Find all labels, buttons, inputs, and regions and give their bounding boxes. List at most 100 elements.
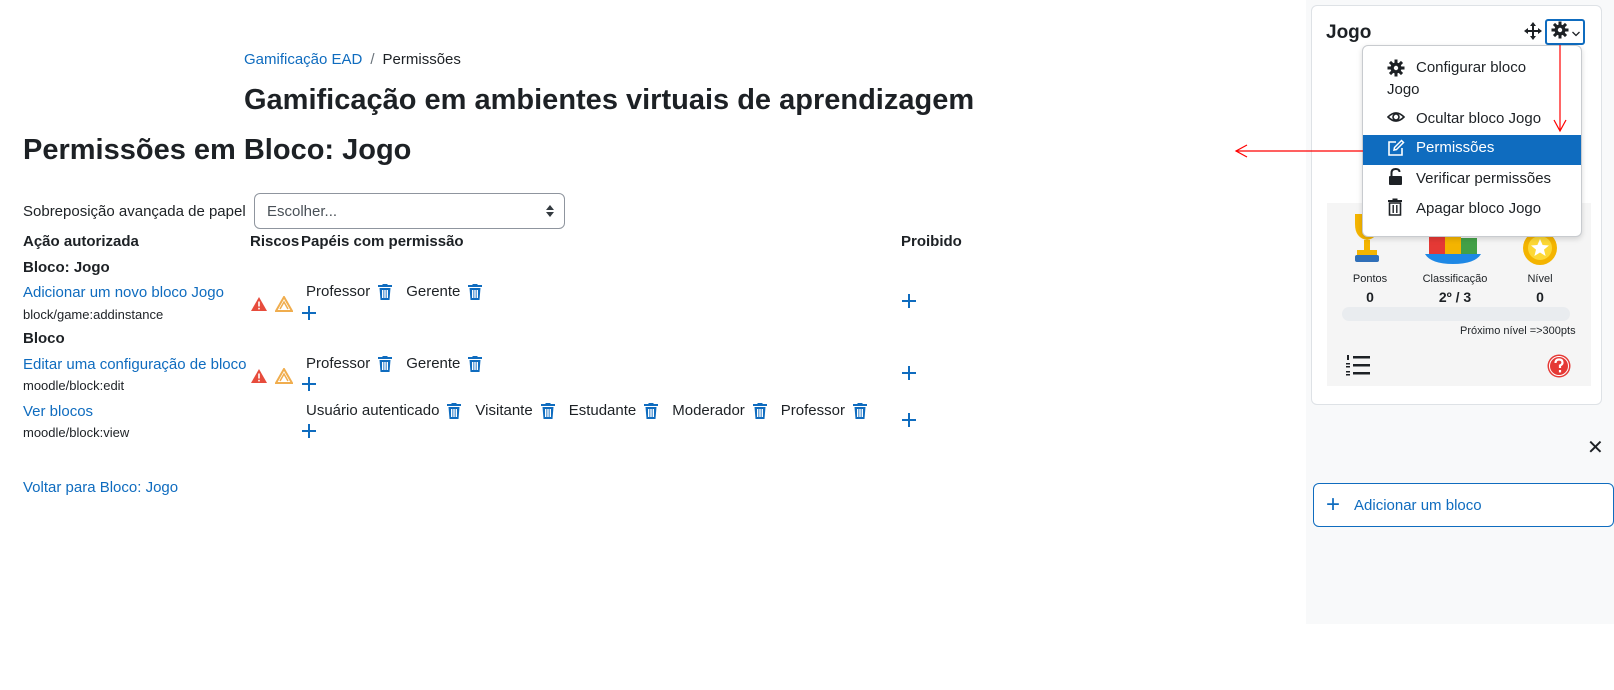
menu-item-label: Configurar bloco [1416, 59, 1527, 76]
role-tag: Usuário autenticado [306, 402, 462, 419]
level-label: Nível [1527, 273, 1553, 285]
trash-icon[interactable] [752, 402, 767, 419]
gear-icon [1387, 59, 1405, 77]
chevron-down-icon [1571, 24, 1580, 41]
gear-icon [1551, 21, 1569, 43]
course-title: Gamificação em ambientes virtuais de apr… [244, 84, 975, 116]
menu-item-label: Verificar permissões [1416, 170, 1552, 187]
menu-item-label-line2: Jogo [1387, 81, 1420, 98]
role-tag: Professor [306, 283, 393, 300]
add-role-plus-icon[interactable] [301, 305, 317, 321]
trash-icon[interactable] [540, 402, 555, 419]
capability-link[interactable]: Adicionar um novo bloco Jogo [23, 284, 224, 301]
roles-list: Professor Gerente [306, 355, 496, 372]
ranking-value: 2º / 3 [1438, 289, 1472, 305]
role-override-select[interactable]: Escolher... [254, 193, 565, 229]
override-label: Sobreposição avançada de papel [23, 203, 246, 220]
trash-icon[interactable] [447, 402, 462, 419]
group-title: Bloco [23, 330, 65, 347]
trash-icon [1387, 198, 1405, 216]
risks [250, 296, 300, 312]
role-name: Professor [780, 402, 845, 419]
menu-item-hide[interactable]: Ocultar bloco Jogo [1363, 108, 1581, 136]
close-drawer-icon[interactable]: ✕ [1587, 435, 1604, 460]
breadcrumb-separator: / [370, 51, 375, 68]
select-caret-icon [546, 203, 554, 219]
menu-item-check-permissions[interactable]: Verificar permissões [1363, 167, 1581, 196]
ranking-label: Classificação [1422, 273, 1488, 285]
breadcrumb-course-link[interactable]: Gamificação EAD [244, 51, 362, 68]
header-prohibited: Proibido [901, 233, 962, 250]
role-name: Usuário autenticado [306, 402, 440, 419]
block-actions-menu: Configurar bloco Jogo Ocultar bloco Jogo… [1362, 45, 1582, 237]
level-progress-bar [1342, 307, 1570, 321]
trash-icon[interactable] [378, 355, 393, 372]
trash-icon[interactable] [378, 283, 393, 300]
group-title: Bloco: Jogo [23, 259, 110, 276]
capability-link[interactable]: Ver blocos [23, 403, 93, 420]
add-role-plus-icon[interactable] [301, 376, 317, 392]
menu-item-label: Apagar bloco Jogo [1416, 200, 1542, 217]
help-icon[interactable] [1547, 354, 1571, 382]
header-risks: Riscos [250, 233, 300, 250]
back-link[interactable]: Voltar para Bloco: Jogo [23, 479, 178, 496]
menu-item-permissions[interactable]: Permissões [1363, 135, 1581, 165]
points-value: 0 [1366, 289, 1374, 305]
role-name: Professor [306, 355, 371, 372]
role-name: Gerente [406, 283, 461, 300]
menu-item-configure[interactable]: Configurar bloco Jogo [1363, 57, 1581, 101]
level-value: 0 [1536, 289, 1544, 305]
role-override-value: Escolher... [267, 203, 338, 220]
risk-config-icon[interactable] [275, 368, 293, 384]
roles-list: Usuário autenticado Visitante Estudante … [306, 402, 881, 419]
plus-icon: + [1326, 491, 1341, 518]
header-roles: Papéis com permissão [301, 233, 464, 250]
next-level-text: Próximo nível =>300pts [1460, 325, 1576, 337]
trash-icon[interactable] [468, 355, 483, 372]
move-icon[interactable] [1524, 22, 1542, 40]
prohibit-plus-icon[interactable] [901, 293, 917, 309]
role-tag: Estudante [569, 402, 659, 419]
menu-item-label: Permissões [1416, 139, 1495, 156]
eye-icon [1386, 108, 1406, 126]
role-tag: Professor [781, 402, 867, 419]
trash-icon[interactable] [644, 402, 659, 419]
role-name: Estudante [568, 402, 637, 419]
role-tag: Moderador [672, 402, 767, 419]
trash-icon[interactable] [853, 402, 867, 419]
ordered-list-icon[interactable] [1346, 354, 1370, 380]
role-name: Gerente [406, 355, 461, 372]
prohibit-plus-icon[interactable] [901, 412, 917, 428]
menu-item-delete[interactable]: Apagar bloco Jogo [1363, 198, 1581, 226]
role-tag: Professor [306, 355, 393, 372]
role-tag: Visitante [475, 402, 555, 419]
unlock-icon [1387, 167, 1405, 186]
block-actions-button[interactable] [1545, 19, 1585, 45]
role-name: Visitante [475, 402, 533, 419]
risks [250, 368, 300, 384]
add-block-button[interactable]: + Adicionar um bloco [1313, 483, 1614, 527]
capability-code: moodle/block:edit [23, 378, 125, 393]
menu-item-label: Ocultar bloco Jogo [1416, 110, 1542, 127]
risk-config-icon[interactable] [275, 296, 293, 312]
capability-code: block/game:addinstance [23, 307, 164, 322]
role-name: Moderador [672, 402, 745, 419]
pen-square-icon [1387, 139, 1405, 157]
roles-list: Professor Gerente [306, 283, 496, 300]
role-name: Professor [306, 283, 371, 300]
breadcrumb-current: Permissões [382, 51, 461, 68]
risk-xss-icon[interactable] [250, 368, 268, 384]
risk-xss-icon[interactable] [250, 296, 268, 312]
capability-code: moodle/block:view [23, 425, 130, 440]
capability-link[interactable]: Editar uma configuração de bloco [23, 356, 246, 373]
breadcrumb: Gamificação EAD / Permissões [244, 51, 461, 68]
prohibit-plus-icon[interactable] [901, 365, 917, 381]
points-label: Pontos [1352, 273, 1388, 285]
block-title: Jogo [1326, 22, 1372, 43]
add-role-plus-icon[interactable] [301, 423, 317, 439]
add-block-label: Adicionar um bloco [1354, 496, 1482, 514]
page-title: Permissões em Bloco: Jogo [23, 134, 412, 166]
trash-icon[interactable] [468, 283, 483, 300]
role-tag: Gerente [406, 355, 483, 372]
header-action: Ação autorizada [23, 233, 139, 250]
